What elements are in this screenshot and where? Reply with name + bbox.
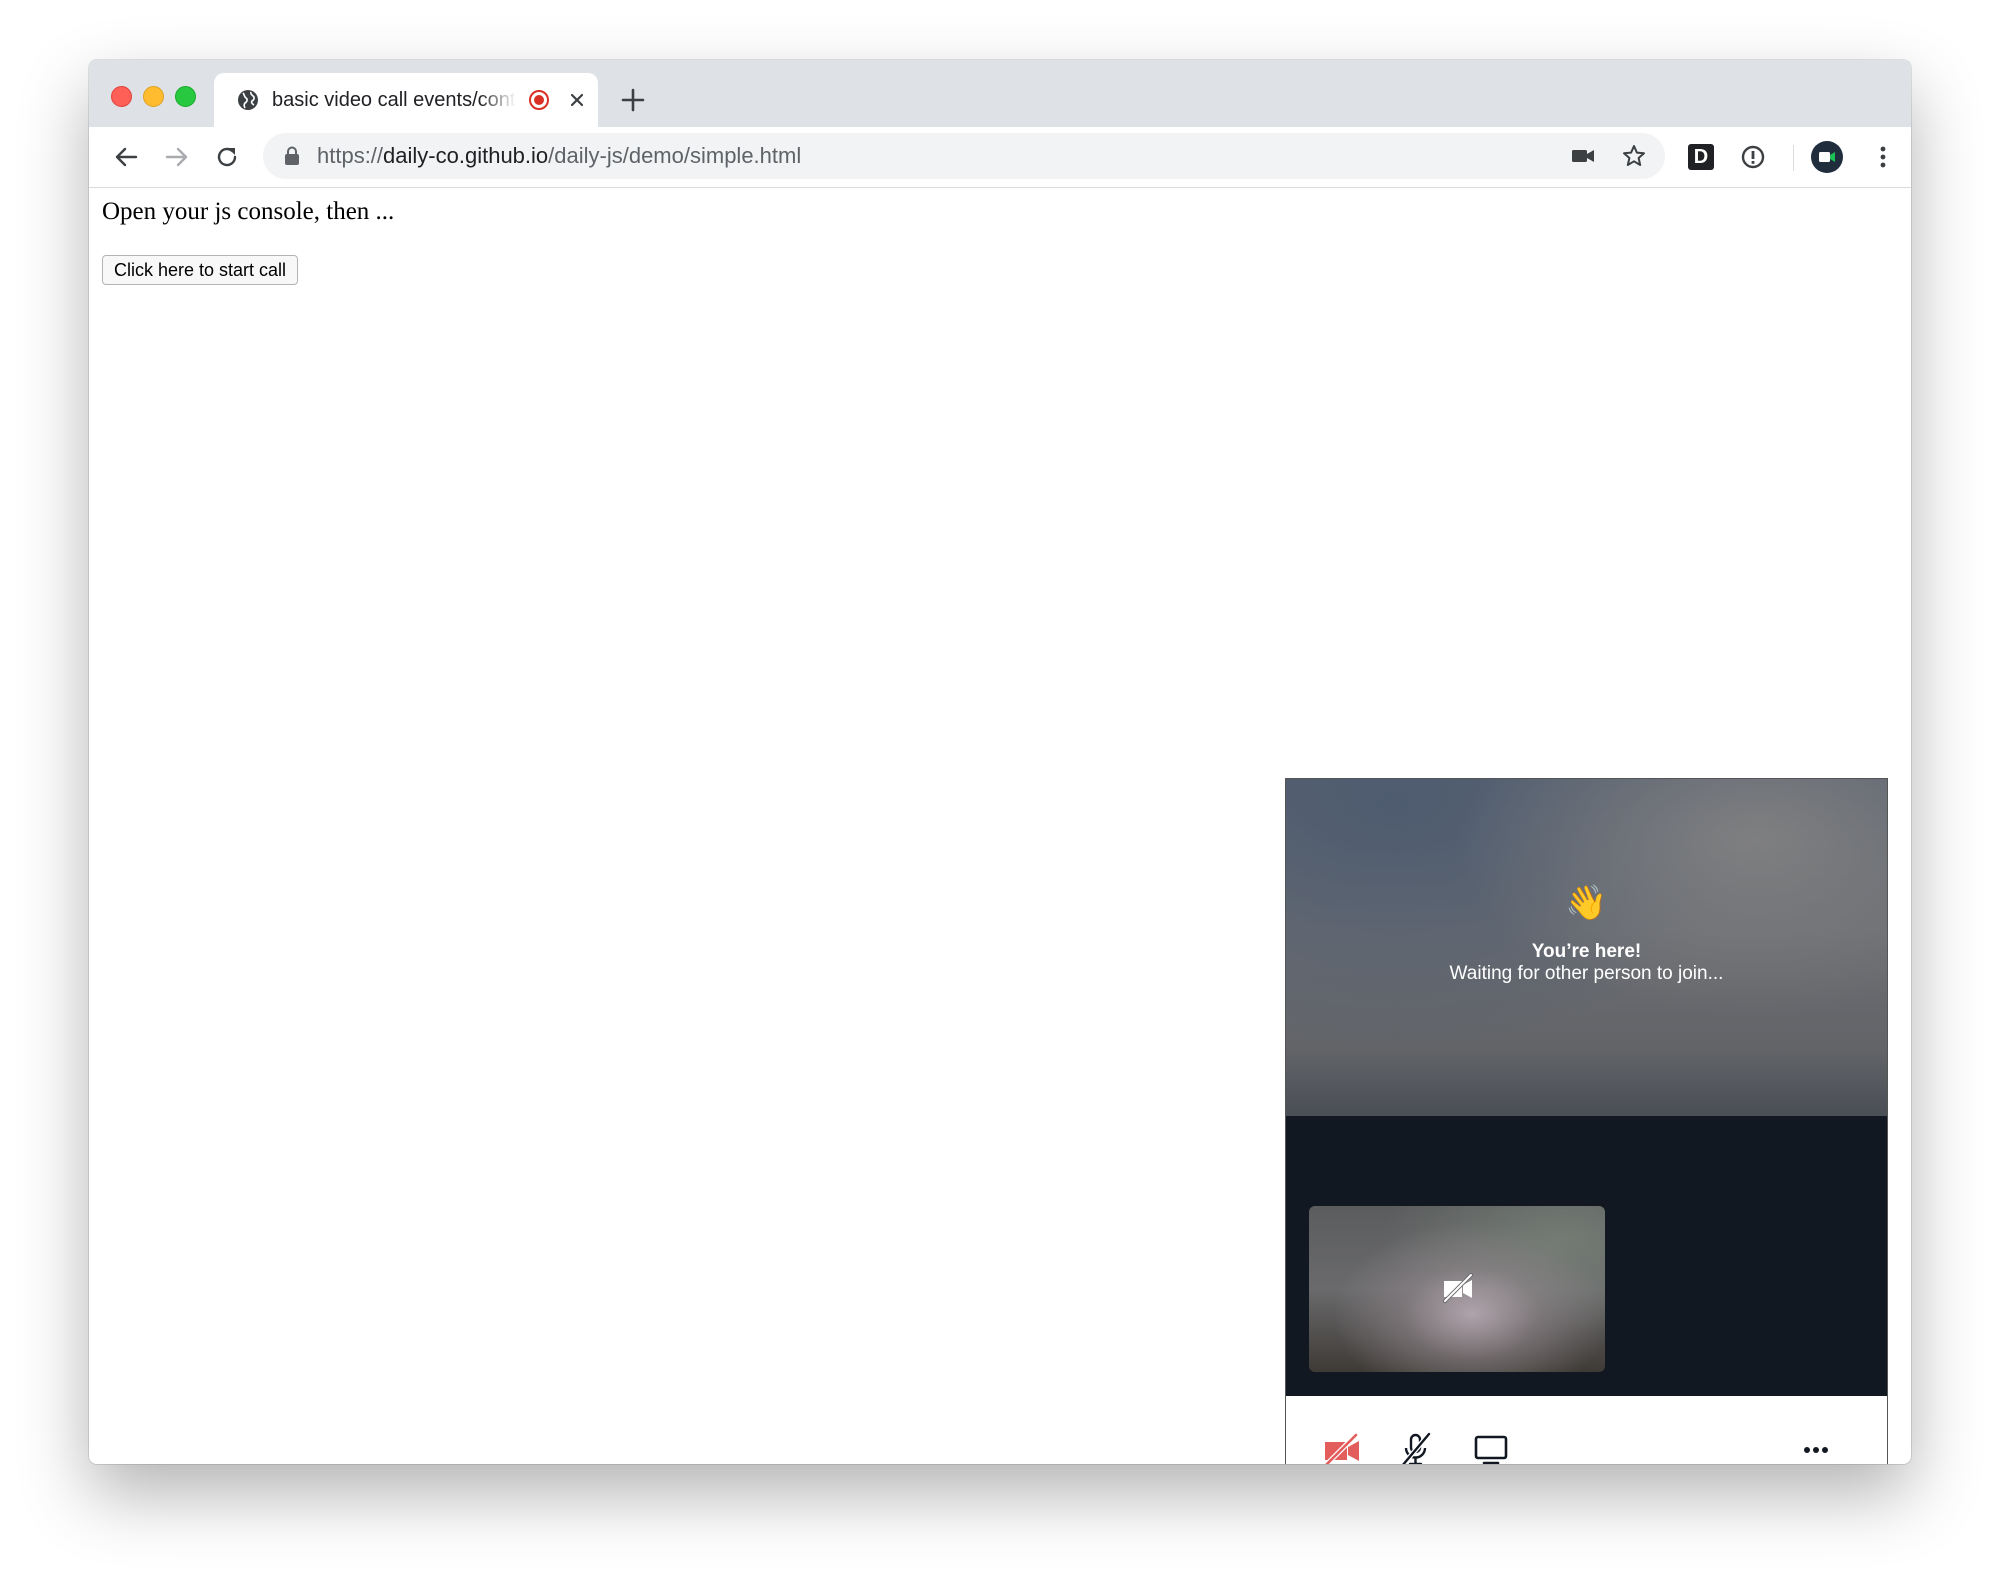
call-controls [1286,1396,1887,1464]
start-call-button[interactable]: Click here to start call [102,255,299,285]
arrow-right-icon[interactable] [163,143,191,171]
browser-toolbar: https://daily-co.github.io/daily-js/demo… [89,127,1911,188]
camera-off-icon [1443,1273,1473,1303]
waiting-message: Waiting for other person to join... [1449,963,1724,984]
extension-d-button[interactable]: D [1688,144,1714,170]
plus-icon[interactable] [619,86,647,114]
main-video-area: 👋 You’re here! Waiting for other person … [1286,779,1887,1116]
daily-video-icon[interactable] [1811,141,1843,173]
url-path: /daily-js/demo/simple.html [548,143,802,168]
more-horizontal-icon[interactable] [1797,1432,1835,1464]
recording-icon [529,90,549,110]
url-host: daily-co.github.io [383,143,549,168]
tab-strip: basic video call events/controls [89,60,1911,127]
lock-icon [285,146,299,165]
reload-icon[interactable] [213,143,241,171]
url-scheme: https:// [317,143,384,168]
waving-hand-emoji: 👋 [1565,884,1608,922]
minimize-window-button[interactable] [143,86,164,107]
globe-icon [238,90,258,110]
browser-window: basic video call events/controls https [89,60,1911,1464]
close-window-button[interactable] [111,86,132,107]
zoom-window-button[interactable] [175,86,196,107]
star-icon[interactable] [1621,143,1647,169]
browser-tab[interactable]: basic video call events/controls [214,73,598,127]
intro-text: Open your js console, then ... [102,198,395,225]
page-content: Open your js console, then ... Click her… [89,188,1911,1464]
url-text: https://daily-co.github.io/daily-js/demo… [317,142,801,170]
tab-title: basic video call events/controls [272,89,516,111]
monitor-icon[interactable] [1472,1432,1510,1464]
close-icon[interactable] [564,87,590,113]
address-bar[interactable]: https://daily-co.github.io/daily-js/demo… [263,133,1665,179]
info-circle-icon[interactable] [1739,143,1767,171]
vertical-dots-icon[interactable] [1869,143,1897,171]
arrow-left-icon[interactable] [112,143,140,171]
video-camera-icon[interactable] [1571,146,1595,166]
microphone-off-icon[interactable] [1397,1432,1435,1464]
video-call-frame: 👋 You’re here! Waiting for other person … [1285,778,1888,1464]
youre-here-heading: You’re here! [1531,941,1642,962]
self-video-tile [1309,1206,1605,1372]
camera-off-icon[interactable] [1323,1432,1361,1464]
toolbar-divider [1793,145,1794,171]
